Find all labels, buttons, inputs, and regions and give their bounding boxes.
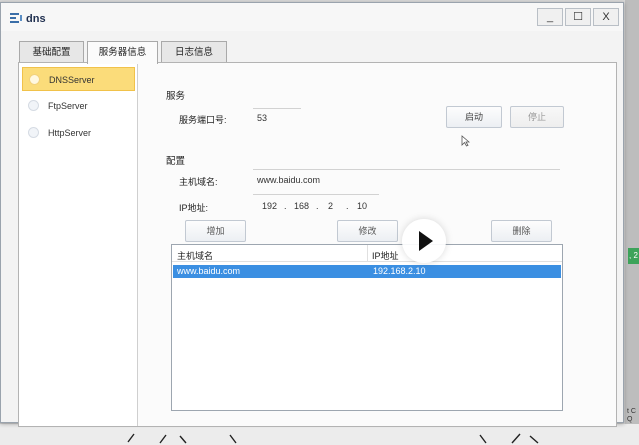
- ip-octet-3[interactable]: 2: [328, 201, 333, 211]
- cursor-icon: [461, 135, 470, 147]
- ip-dot: .: [284, 201, 287, 211]
- port-field[interactable]: 53: [257, 113, 267, 123]
- app-icon: [9, 12, 23, 24]
- port-label: 服务端口号:: [179, 115, 227, 125]
- tab-log-info[interactable]: 日志信息: [161, 41, 227, 63]
- table-row[interactable]: www.baidu.com 192.168.2.10: [173, 265, 561, 278]
- server-icon: [28, 100, 39, 111]
- minimize-button[interactable]: _: [537, 8, 563, 26]
- ip-octet-2[interactable]: 168: [294, 201, 309, 211]
- modify-button[interactable]: 修改: [337, 220, 398, 242]
- column-divider: [367, 245, 368, 262]
- window-title: dns: [26, 13, 46, 25]
- service-section-label: 服务: [166, 91, 186, 102]
- port-field-border: [253, 108, 301, 109]
- column-ip[interactable]: IP地址: [372, 249, 399, 262]
- ip-dot: .: [316, 201, 319, 211]
- play-button[interactable]: [402, 219, 446, 263]
- delete-button[interactable]: 删除: [491, 220, 552, 242]
- hostname-field[interactable]: www.baidu.com: [257, 175, 320, 185]
- ip-octet-4[interactable]: 10: [357, 201, 367, 211]
- column-hostname[interactable]: 主机域名: [177, 249, 213, 262]
- play-icon: [419, 231, 433, 251]
- row-hostname: www.baidu.com: [177, 266, 241, 276]
- server-icon: [28, 127, 39, 138]
- hostname-field-border: [253, 169, 560, 170]
- ip-label: IP地址:: [179, 203, 209, 213]
- background-window-edge: [625, 0, 639, 445]
- add-button[interactable]: 增加: [185, 220, 246, 242]
- ip-octet-1[interactable]: 192: [262, 201, 277, 211]
- bottom-scribble: [127, 433, 539, 444]
- dns-record-table[interactable]: 主机域名 IP地址 www.baidu.com 192.168.2.10: [171, 244, 563, 411]
- server-list: DNSServer FtpServer HttpServer: [19, 63, 138, 426]
- sidebar-item-ftpserver[interactable]: FtpServer: [22, 94, 135, 118]
- tab-basic-config[interactable]: 基础配置: [19, 41, 84, 63]
- start-button[interactable]: 启动: [446, 106, 502, 128]
- sidebar-item-dnsserver[interactable]: DNSServer: [22, 67, 135, 91]
- background-text: t C Q: [627, 408, 636, 423]
- title-bar[interactable]: dns _ ☐ X: [1, 3, 623, 31]
- close-button[interactable]: X: [593, 8, 619, 26]
- config-section-label: 配置: [166, 156, 186, 167]
- sidebar-item-label: FtpServer: [48, 101, 88, 111]
- ip-dot: .: [346, 201, 349, 211]
- row-ip: 192.168.2.10: [373, 266, 426, 276]
- maximize-button[interactable]: ☐: [565, 8, 591, 26]
- ip-field-border: [253, 194, 379, 195]
- tab-server-info[interactable]: 服务器信息: [87, 41, 158, 64]
- server-icon: [29, 74, 40, 85]
- dns-window: dns _ ☐ X 基础配置 服务器信息 日志信息 DNSServer FtpS…: [0, 2, 624, 427]
- sidebar-item-label: HttpServer: [48, 128, 92, 138]
- background-tag: , 2: [628, 248, 639, 264]
- hostname-label: 主机域名:: [179, 177, 218, 187]
- sidebar-item-httpserver[interactable]: HttpServer: [22, 121, 135, 145]
- sidebar-item-label: DNSServer: [49, 75, 95, 85]
- table-header: 主机域名 IP地址: [172, 245, 562, 262]
- stop-button[interactable]: 停止: [510, 106, 564, 128]
